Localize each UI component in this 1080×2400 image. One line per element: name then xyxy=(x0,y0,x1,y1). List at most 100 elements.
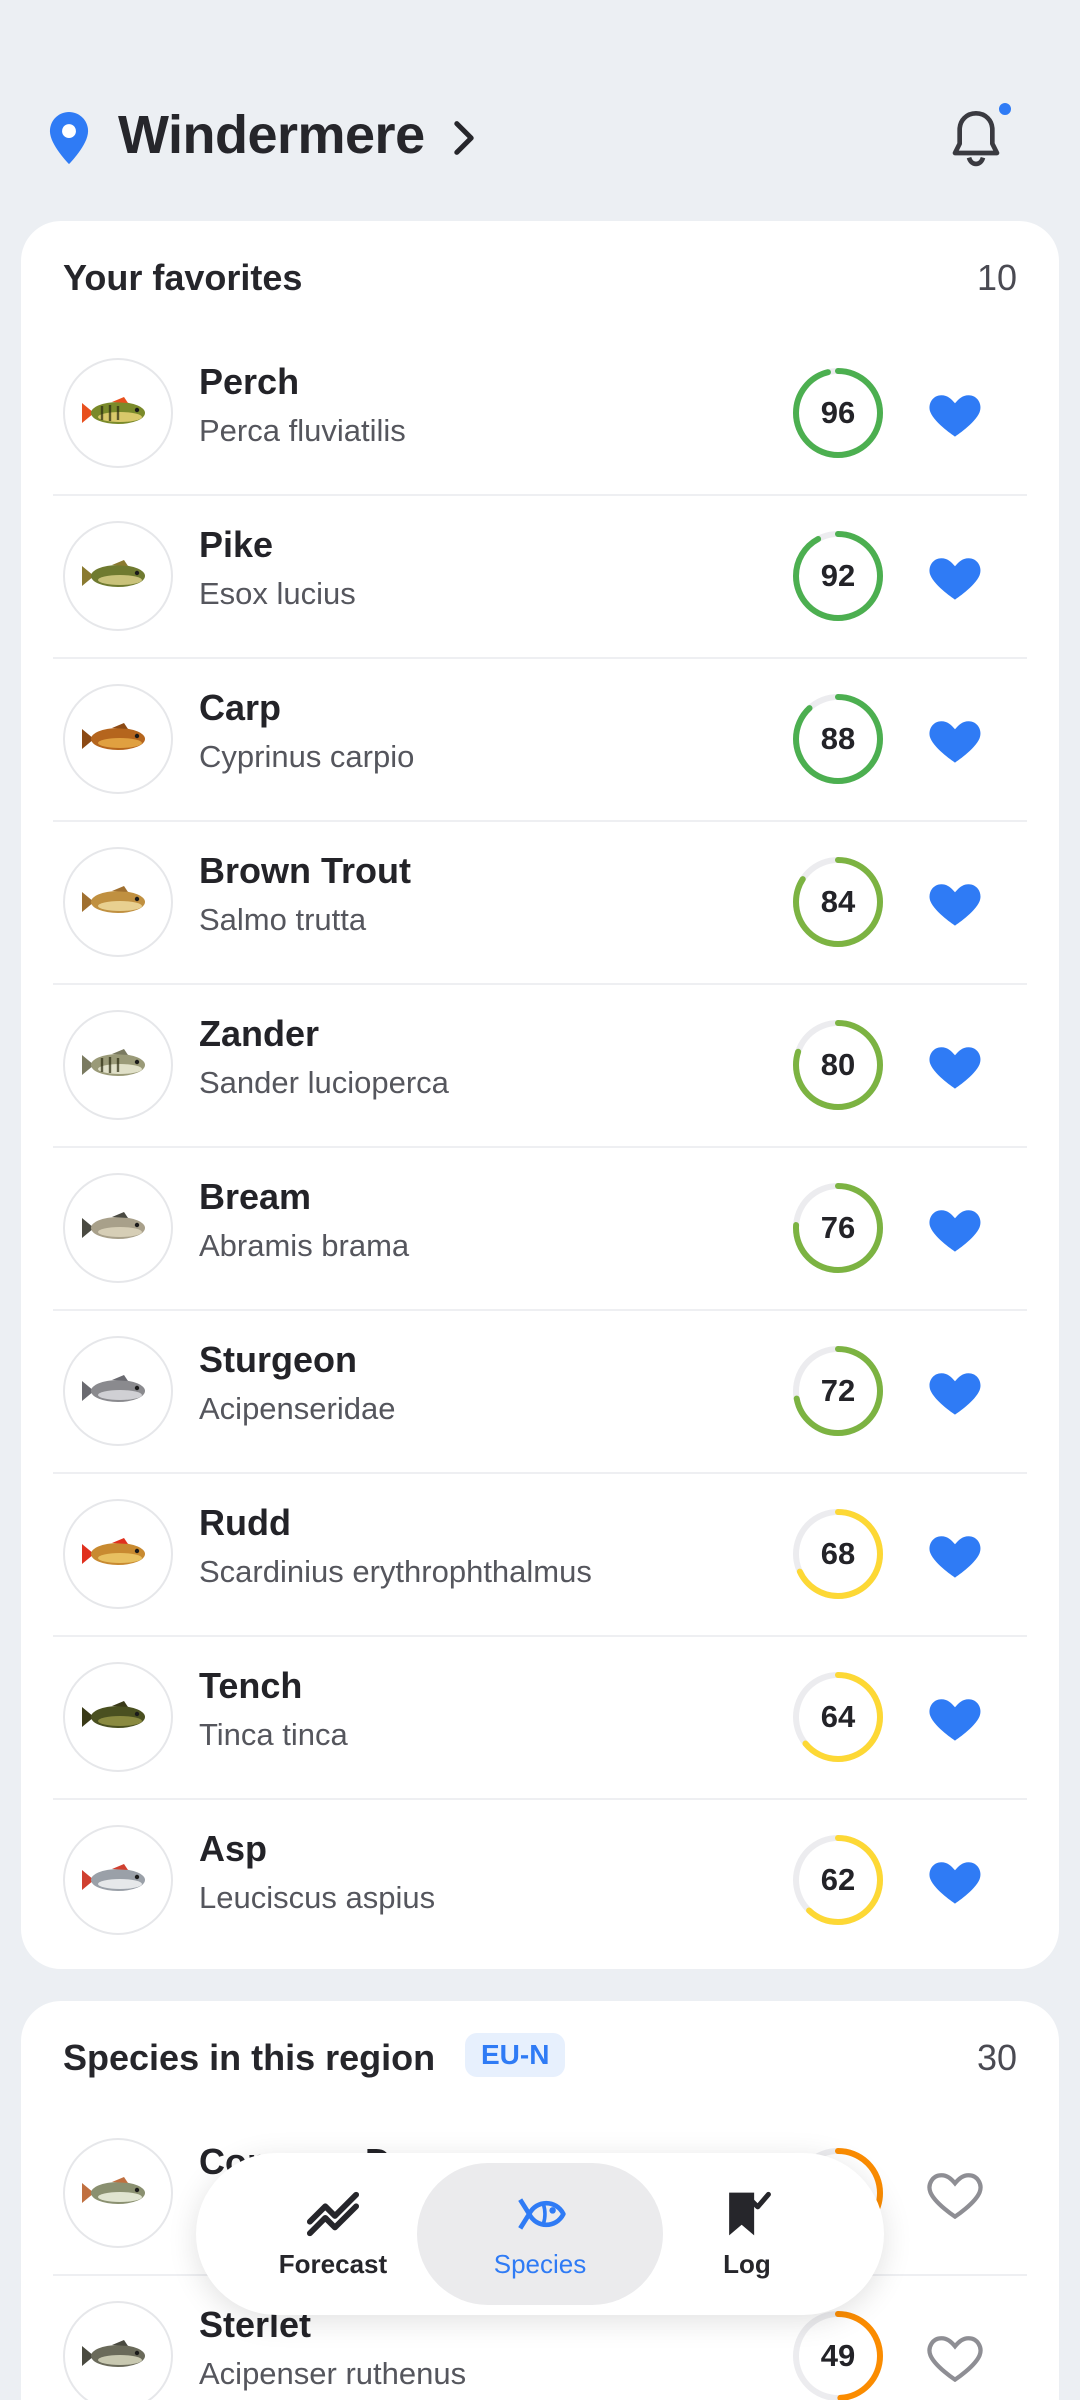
nav-log-label: Log xyxy=(723,2248,771,2279)
fish-illustration-icon xyxy=(82,2177,145,2204)
score-ring: 64 xyxy=(791,1670,885,1764)
region-count: 30 xyxy=(976,2037,1017,2078)
fish-illustration-icon xyxy=(82,397,145,424)
favorites-list: Perch Perca fluviatilis 96 Pike Esox lucius 9… xyxy=(21,331,1059,1961)
species-name: Perch xyxy=(199,361,300,402)
species-avatar xyxy=(63,684,173,794)
fish-illustration-icon xyxy=(82,1864,145,1891)
species-row[interactable]: Rudd Scardinius erythrophthalmus 68 xyxy=(21,1472,1059,1635)
heart-filled-icon[interactable] xyxy=(926,550,984,602)
species-row[interactable]: Asp Leuciscus aspius 62 xyxy=(21,1798,1059,1961)
species-avatar xyxy=(63,2301,173,2400)
species-name: Carp xyxy=(199,687,282,728)
species-scientific-name: Perca fluviatilis xyxy=(199,413,406,448)
species-scientific-name: Leuciscus aspius xyxy=(199,1880,436,1915)
fish-illustration-icon xyxy=(82,1538,145,1565)
heart-filled-icon[interactable] xyxy=(926,1691,984,1743)
score-ring: 62 xyxy=(791,1833,885,1927)
species-avatar xyxy=(63,358,173,468)
favorites-card: Your favorites 10 Perch Perca fluviatilis… xyxy=(21,221,1059,1969)
favorites-title: Your favorites xyxy=(63,257,303,298)
species-scientific-name: Scardinius erythrophthalmus xyxy=(199,1554,592,1589)
fish-illustration-icon xyxy=(82,723,145,750)
heart-filled-icon[interactable] xyxy=(926,1365,984,1417)
score-ring: 72 xyxy=(791,1344,885,1438)
species-scientific-name: Abramis brama xyxy=(199,1228,410,1263)
score-value: 76 xyxy=(820,1210,856,1245)
score-value: 49 xyxy=(820,2338,856,2373)
score-ring: 88 xyxy=(791,692,885,786)
heart-filled-icon[interactable] xyxy=(926,1528,984,1580)
nav-forecast-label: Forecast xyxy=(278,2248,388,2279)
species-scientific-name: Tinca tinca xyxy=(199,1717,348,1752)
fish-illustration-icon xyxy=(82,1701,145,1728)
score-ring: 49 xyxy=(791,2309,885,2400)
species-name: Bream xyxy=(199,1176,312,1217)
location-pin-icon xyxy=(49,112,89,164)
location-title[interactable]: Windermere xyxy=(118,104,425,166)
species-name: Sturgeon xyxy=(199,1339,357,1380)
heart-filled-icon[interactable] xyxy=(926,387,984,439)
species-name: Tench xyxy=(199,1665,303,1706)
score-value: 72 xyxy=(820,1373,856,1408)
species-name: Zander xyxy=(199,1013,320,1054)
score-ring: 80 xyxy=(791,1018,885,1112)
score-ring: 68 xyxy=(791,1507,885,1601)
score-ring: 92 xyxy=(791,529,885,623)
species-row[interactable]: Carp Cyprinus carpio 88 xyxy=(21,657,1059,820)
species-row[interactable]: Bream Abramis brama 76 xyxy=(21,1146,1059,1309)
heart-filled-icon[interactable] xyxy=(926,713,984,765)
species-scientific-name: Acipenseridae xyxy=(199,1391,396,1426)
species-row[interactable]: Perch Perca fluviatilis 96 xyxy=(21,331,1059,494)
heart-filled-icon[interactable] xyxy=(926,1202,984,1254)
location-header: Windermere xyxy=(0,90,1080,182)
notification-badge xyxy=(996,100,1014,118)
heart-outline-icon[interactable] xyxy=(926,2167,984,2219)
score-value: 80 xyxy=(820,1047,856,1082)
bookmark-check-icon xyxy=(729,2191,771,2235)
species-avatar xyxy=(63,1336,173,1446)
score-value: 62 xyxy=(820,1862,856,1897)
species-scientific-name: Acipenser ruthenus xyxy=(199,2356,467,2391)
nav-species-label: Species xyxy=(493,2248,587,2279)
heart-filled-icon[interactable] xyxy=(926,1854,984,1906)
species-avatar xyxy=(63,1010,173,1120)
species-scientific-name: Salmo trutta xyxy=(199,902,367,937)
species-avatar xyxy=(63,1825,173,1935)
score-ring: 76 xyxy=(791,1181,885,1275)
heart-outline-icon[interactable] xyxy=(926,2330,984,2382)
fish-illustration-icon xyxy=(82,560,145,587)
species-name: Rudd xyxy=(199,1502,291,1543)
score-value: 64 xyxy=(820,1699,856,1734)
species-row[interactable]: Sturgeon Acipenseridae 72 xyxy=(21,1309,1059,1472)
chevron-right-icon[interactable] xyxy=(450,120,478,156)
favorites-count: 10 xyxy=(976,257,1017,298)
species-row[interactable]: Zander Sander lucioperca 80 xyxy=(21,983,1059,1146)
score-value: 88 xyxy=(820,721,856,756)
heart-filled-icon[interactable] xyxy=(926,876,984,928)
species-avatar xyxy=(63,521,173,631)
species-row[interactable]: Tench Tinca tinca 64 xyxy=(21,1635,1059,1798)
species-scientific-name: Cyprinus carpio xyxy=(199,739,415,774)
species-scientific-name: Sander lucioperca xyxy=(199,1065,449,1100)
species-avatar xyxy=(63,2138,173,2248)
species-name: Brown Trout xyxy=(199,850,411,891)
region-badge: EU-N xyxy=(465,2033,566,2077)
species-avatar xyxy=(63,847,173,957)
fish-illustration-icon xyxy=(82,886,145,913)
species-avatar xyxy=(63,1173,173,1283)
species-scientific-name: Esox lucius xyxy=(199,576,356,611)
species-row[interactable]: Brown Trout Salmo trutta 84 xyxy=(21,820,1059,983)
score-value: 68 xyxy=(820,1536,856,1571)
species-avatar xyxy=(63,1662,173,1772)
nav-log[interactable]: Log xyxy=(624,2163,870,2305)
bell-icon[interactable] xyxy=(948,108,1004,170)
fish-illustration-icon xyxy=(82,1375,145,1402)
species-name: Asp xyxy=(199,1828,268,1869)
score-ring: 84 xyxy=(791,855,885,949)
heart-filled-icon[interactable] xyxy=(926,1039,984,1091)
species-row[interactable]: Pike Esox lucius 92 xyxy=(21,494,1059,657)
score-ring: 96 xyxy=(791,366,885,460)
fish-icon xyxy=(518,2197,566,2230)
trend-chart-icon xyxy=(306,2191,360,2236)
